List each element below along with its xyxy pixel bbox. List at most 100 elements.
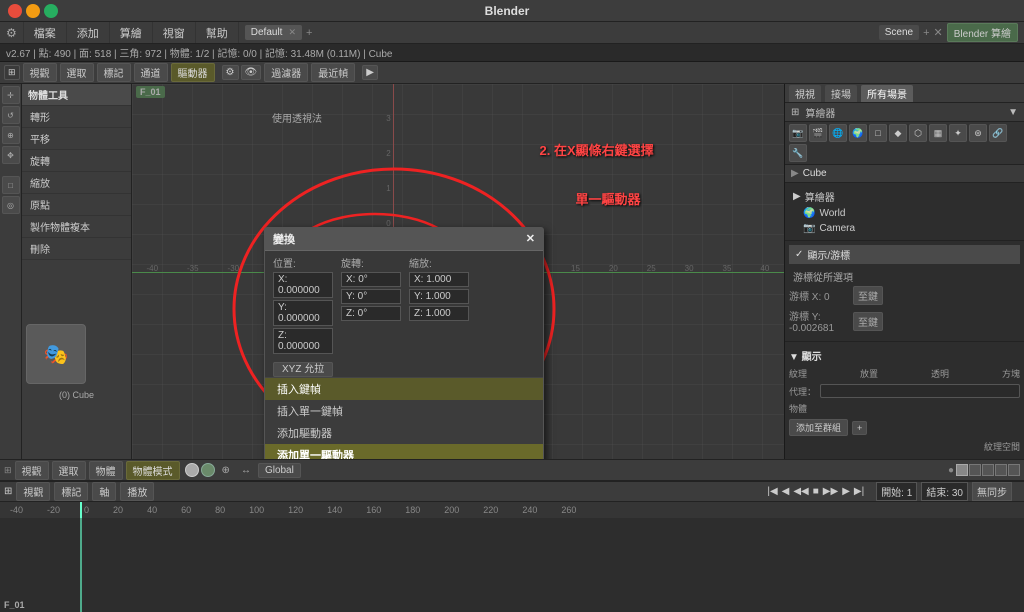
- prop-icon-phys[interactable]: ⊛: [969, 124, 987, 142]
- viewport-mark-btn[interactable]: 標記: [97, 63, 131, 82]
- play-btn-rev[interactable]: ◀◀: [793, 486, 808, 497]
- tool-pan[interactable]: ✥: [2, 146, 20, 164]
- icon-btn-1[interactable]: ⚙: [222, 65, 239, 80]
- ctx-add-single-driver[interactable]: 添加單一驅動器: [265, 444, 543, 460]
- prop-icon-mat[interactable]: ⬡: [909, 124, 927, 142]
- scene-dropdown[interactable]: Scene: [879, 25, 919, 40]
- icon-btn-2[interactable]: 👁: [241, 65, 262, 80]
- add-group-btn[interactable]: 添加至群組: [789, 419, 848, 436]
- start-frame[interactable]: 開始: 1: [876, 482, 917, 501]
- global-btn[interactable]: Global: [258, 463, 301, 478]
- ctx-insert-single-keyframe[interactable]: 插入單一鍵幀: [265, 400, 543, 422]
- tab-all-scenes[interactable]: 所有場景: [861, 85, 913, 102]
- pivot-btn[interactable]: ⊕: [218, 464, 234, 477]
- tool-translate[interactable]: 平移: [22, 128, 131, 150]
- playback-icon[interactable]: ▶: [362, 65, 378, 80]
- pos-z[interactable]: Z: 0.000000: [273, 328, 333, 354]
- manip-btn[interactable]: ↔: [237, 464, 255, 477]
- driver-btn[interactable]: 驅動器: [171, 63, 215, 82]
- play-btn-stop[interactable]: ■: [813, 486, 819, 497]
- layer-btn-5[interactable]: [1008, 464, 1020, 476]
- viewport-select-btn[interactable]: 選取: [60, 63, 94, 82]
- filter-icon[interactable]: ▼: [1008, 107, 1018, 118]
- layer-btn-2[interactable]: [969, 464, 981, 476]
- ctx-add-driver[interactable]: 添加驅動器: [265, 422, 543, 444]
- play-btn-end[interactable]: ▶|: [854, 486, 864, 497]
- prop-icon-obj[interactable]: □: [869, 124, 887, 142]
- tool-rotate[interactable]: ↺: [2, 106, 20, 124]
- add-group-plus[interactable]: +: [852, 421, 867, 435]
- add-group-row[interactable]: 添加至群組 +: [789, 417, 1020, 438]
- menu-item-help[interactable]: 幫助: [196, 22, 239, 43]
- tab-view[interactable]: 視視: [789, 85, 821, 102]
- layer-btn-4[interactable]: [995, 464, 1007, 476]
- pos-x[interactable]: X: 0.000000: [273, 272, 333, 298]
- timeline-obj-btn[interactable]: 軸: [92, 482, 116, 501]
- tool-extra2[interactable]: ◎: [2, 196, 20, 214]
- scene-item-camera[interactable]: 📷 Camera: [789, 221, 1020, 236]
- filter-btn[interactable]: 過濾器: [264, 63, 308, 82]
- viewport-channel-btn[interactable]: 通道: [134, 63, 168, 82]
- menu-item-add[interactable]: 添加: [67, 22, 110, 43]
- sync-mode[interactable]: 無同步: [972, 482, 1012, 501]
- scene-item-renderer[interactable]: ▶ 算繪器: [789, 187, 1020, 206]
- minimize-btn[interactable]: [26, 4, 40, 18]
- prop-icon-camera[interactable]: 📷: [789, 124, 807, 142]
- scale-y[interactable]: Y: 1.000: [409, 289, 469, 304]
- menu-item-render[interactable]: 算繪: [110, 22, 153, 43]
- prop-icon-constraint[interactable]: 🔗: [989, 124, 1007, 142]
- timeline-tracks[interactable]: F_01: [0, 518, 1024, 612]
- render-engine-btn[interactable]: Blender 算繪: [947, 23, 1018, 42]
- viewport-3d[interactable]: -40-35-30-25-20-15-10-50510152025303540 …: [132, 84, 784, 459]
- menu-item-window[interactable]: 視窗: [153, 22, 196, 43]
- tool-delete[interactable]: 刪除: [22, 238, 131, 260]
- tool-extra1[interactable]: □: [2, 176, 20, 194]
- add-layout-btn[interactable]: +: [306, 27, 312, 39]
- prop-icon-tex[interactable]: ▦: [929, 124, 947, 142]
- close-btn[interactable]: [8, 4, 22, 18]
- end-frame[interactable]: 結束: 30: [921, 482, 968, 501]
- rot-x[interactable]: X: 0°: [341, 272, 401, 287]
- tool-scale[interactable]: ⊕: [2, 126, 20, 144]
- context-close-btn[interactable]: ✕: [526, 232, 535, 245]
- proxy-input[interactable]: [820, 384, 1020, 398]
- xyz-euler-btn[interactable]: XYZ 允拉: [265, 358, 543, 378]
- tool-transform[interactable]: 轉形: [22, 106, 131, 128]
- timeline-view-btn[interactable]: 視觀: [16, 482, 50, 501]
- prop-icon-render[interactable]: 🎬: [809, 124, 827, 142]
- prop-icon-mesh[interactable]: ◆: [889, 124, 907, 142]
- layer-btn-1[interactable]: [956, 464, 968, 476]
- draw-mode-2[interactable]: [201, 463, 215, 477]
- rot-y[interactable]: Y: 0°: [341, 289, 401, 304]
- bottom-obj-btn[interactable]: 物體: [89, 461, 123, 480]
- pos-y[interactable]: Y: 0.000000: [273, 300, 333, 326]
- bottom-select-btn[interactable]: 選取: [52, 461, 86, 480]
- timeline-mark-btn[interactable]: 標記: [54, 482, 88, 501]
- tool-origin[interactable]: 原點: [22, 194, 131, 216]
- recent-frame-btn[interactable]: 最近幀: [311, 63, 355, 82]
- tab-scene[interactable]: 接場: [825, 85, 857, 102]
- menu-item-file[interactable]: 檔案: [24, 22, 67, 43]
- scale-x[interactable]: X: 1.000: [409, 272, 469, 287]
- cursor-x-set[interactable]: 至鍵: [853, 286, 883, 305]
- prop-icon-mod[interactable]: 🔧: [789, 144, 807, 162]
- prop-icon-particle[interactable]: ✦: [949, 124, 967, 142]
- prop-icon-world[interactable]: 🌍: [849, 124, 867, 142]
- cursor-y-set[interactable]: 至鍵: [853, 312, 883, 331]
- scene-close-btn[interactable]: ✕: [934, 26, 943, 39]
- scale-z[interactable]: Z: 1.000: [409, 306, 469, 321]
- play-btn-start[interactable]: |◀: [767, 486, 777, 497]
- draw-mode-1[interactable]: [185, 463, 199, 477]
- scene-add-btn[interactable]: +: [923, 27, 929, 39]
- maximize-btn[interactable]: [44, 4, 58, 18]
- rot-z[interactable]: Z: 0°: [341, 306, 401, 321]
- bottom-view-btn[interactable]: 視觀: [15, 461, 49, 480]
- cursor-toggle[interactable]: ✓ 顯示/游標: [789, 245, 1020, 264]
- tool-cursor[interactable]: ✛: [2, 86, 20, 104]
- play-btn-prev[interactable]: ◀: [782, 486, 790, 497]
- tool-scale-item[interactable]: 縮放: [22, 172, 131, 194]
- ctx-insert-keyframe[interactable]: 插入鍵幀: [265, 378, 543, 400]
- scene-item-world[interactable]: 🌍 World: [789, 206, 1020, 221]
- tool-duplicate[interactable]: 製作物體複本: [22, 216, 131, 238]
- layout-tab[interactable]: Default ✕: [245, 25, 302, 40]
